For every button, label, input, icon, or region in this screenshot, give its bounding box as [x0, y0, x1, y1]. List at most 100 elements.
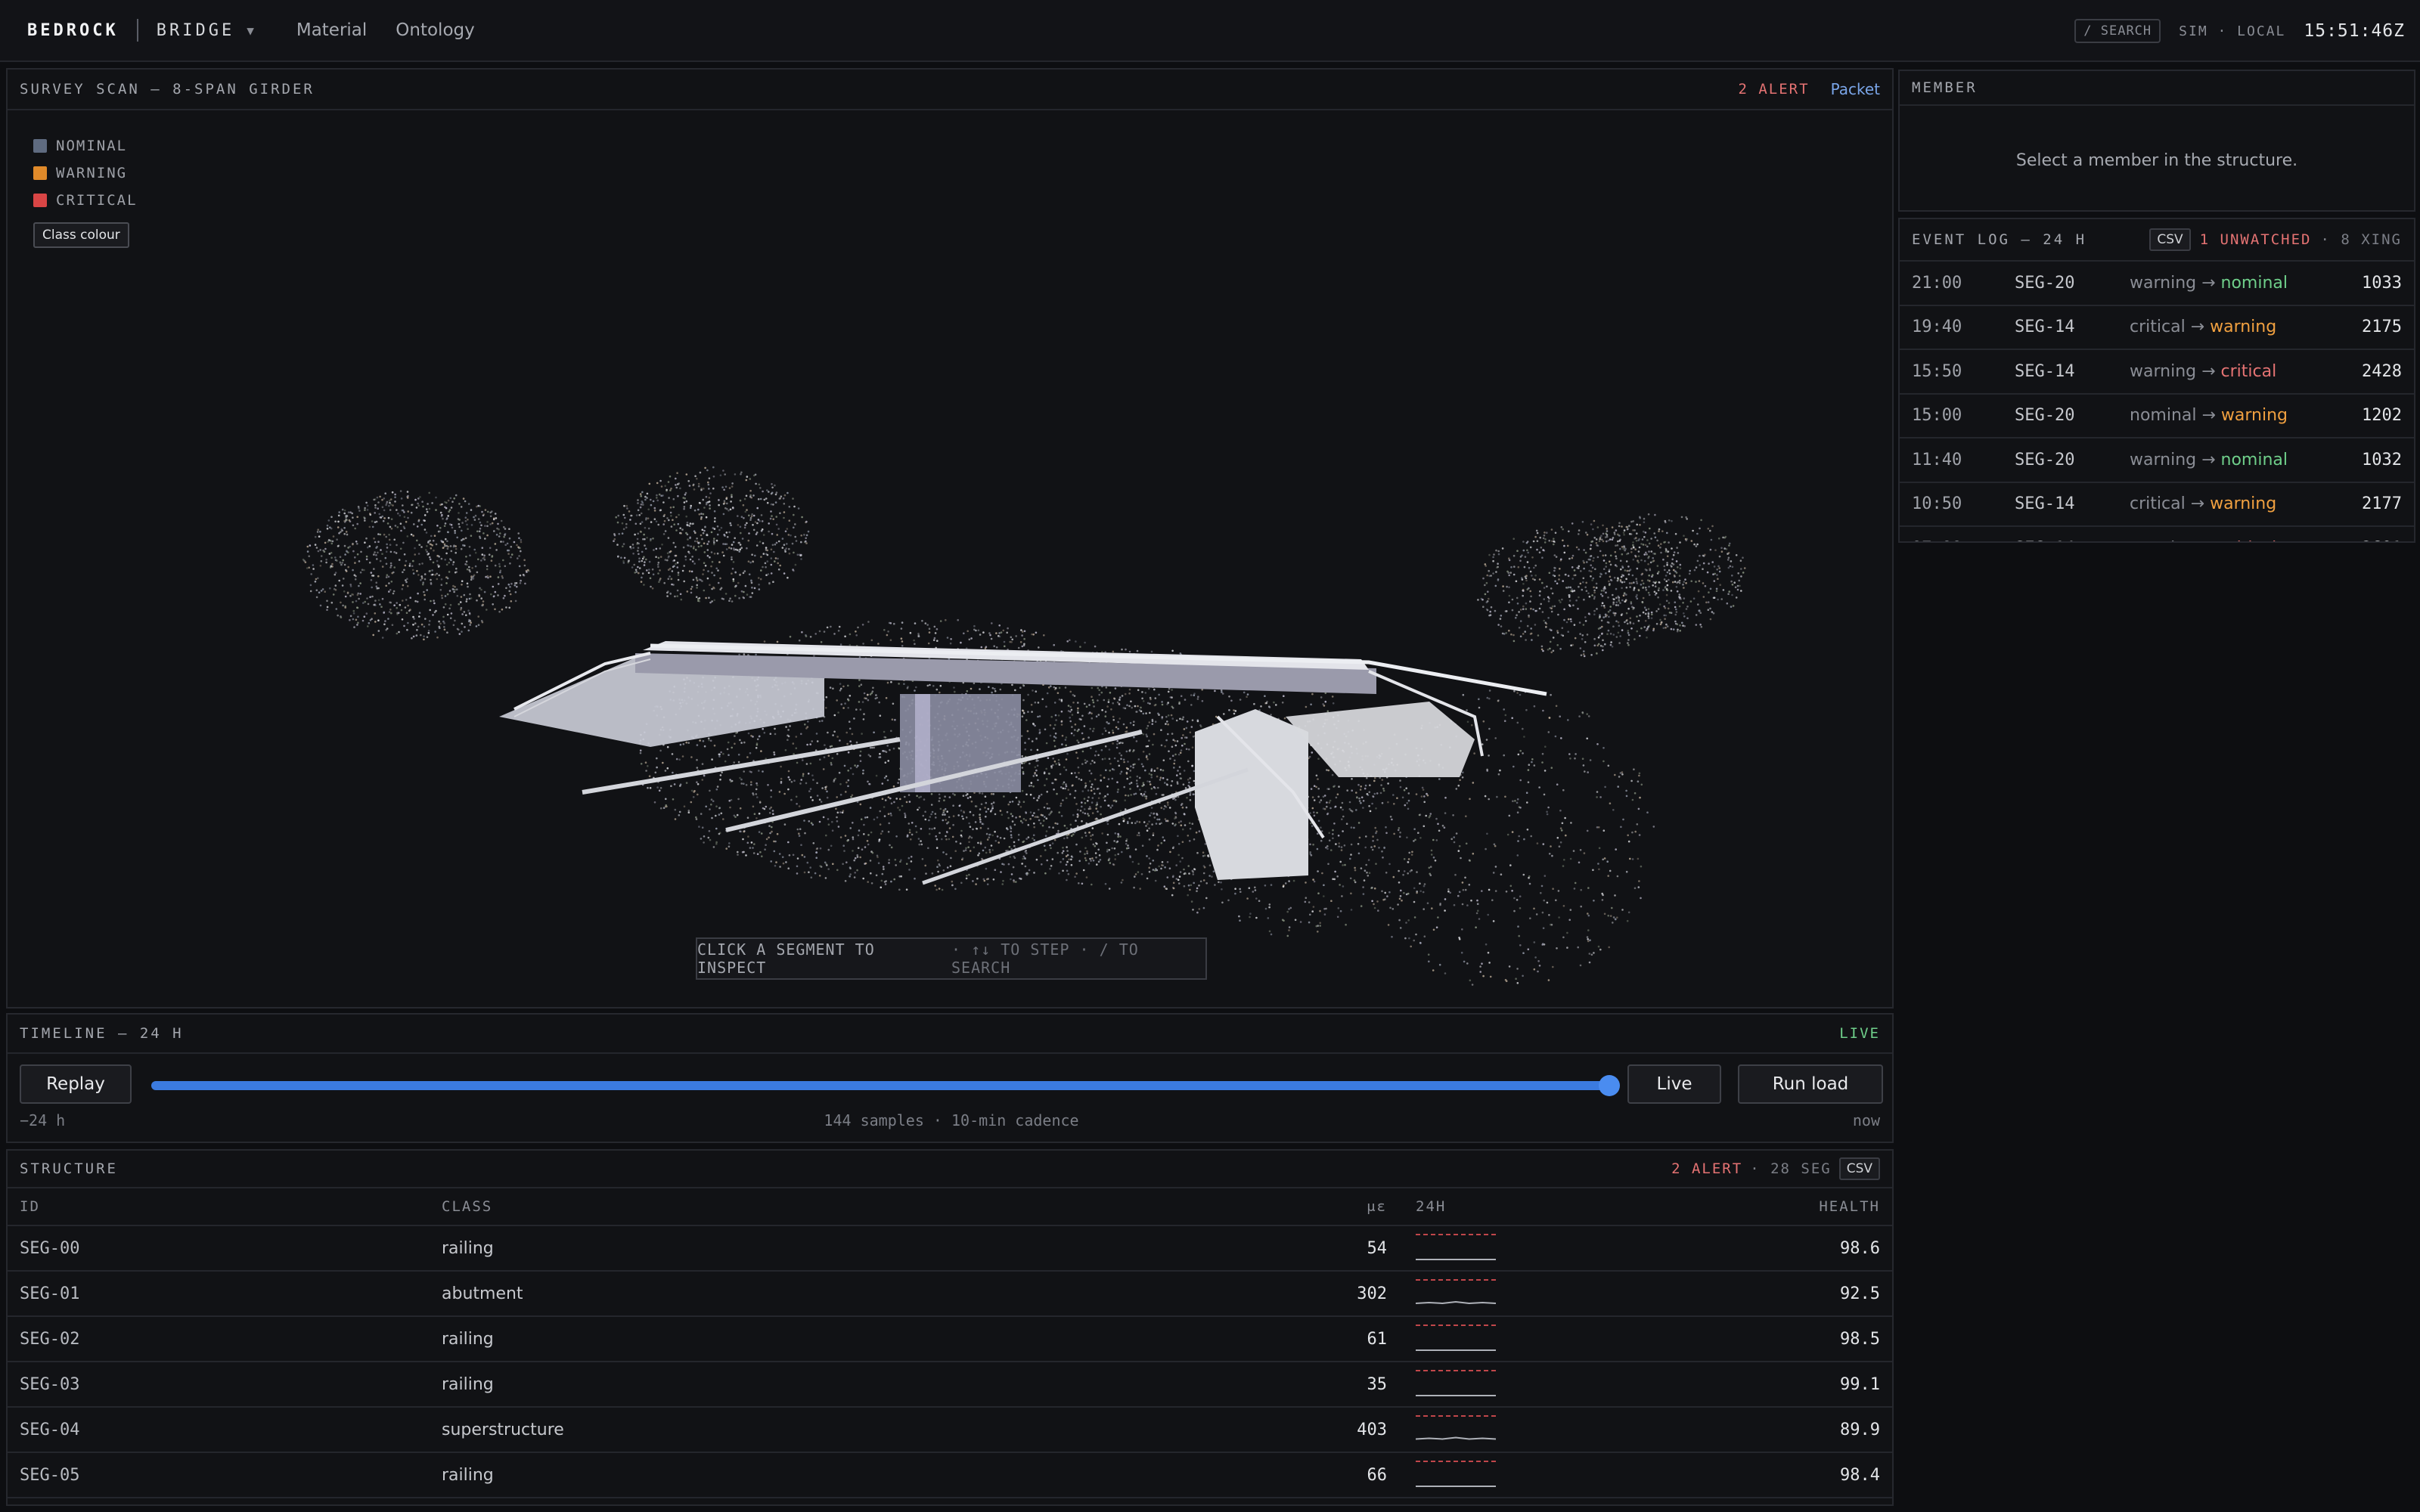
event-log-row[interactable]: 15:50 SEG-14 warning → critical 2428	[1900, 350, 2414, 395]
event-time: 15:50	[1912, 361, 1962, 381]
event-log-csv-button[interactable]: CSV	[2149, 228, 2191, 251]
legend-label-nominal: NOMINAL	[56, 138, 128, 154]
segment-health: 99.1	[1840, 1374, 1880, 1394]
search-button[interactable]: / SEARCH	[2074, 19, 2161, 43]
event-from-state: critical	[2130, 318, 2186, 337]
sparkline-series	[1415, 1300, 1497, 1305]
event-log-row[interactable]: 15:00 SEG-20 nominal → warning 1202	[1900, 395, 2414, 438]
table-row[interactable]: SEG-00 railing 54 98.6	[8, 1226, 1892, 1272]
segment-strain: 66	[1367, 1465, 1388, 1485]
chevron-down-icon: ▼	[247, 23, 254, 38]
segment-class: railing	[442, 1374, 494, 1394]
event-log-list: 21:00 SEG-20 warning → nominal 1033 19:40 SEG…	[1900, 262, 2414, 541]
table-row[interactable]: SEG-05 railing 66 98.4	[8, 1453, 1892, 1498]
sparkline-chart	[1415, 1279, 1497, 1305]
event-log-row[interactable]: 19:40 SEG-14 critical → warning 2175	[1900, 306, 2414, 350]
class-colour-button[interactable]: Class colour	[33, 222, 129, 248]
timeline-slider[interactable]	[151, 1081, 1609, 1090]
clock: 15:51:46Z	[2304, 21, 2405, 41]
packet-link[interactable]: Packet	[1831, 80, 1880, 98]
column-header-strain[interactable]: με	[1326, 1198, 1387, 1215]
nav-ontology[interactable]: Ontology	[396, 20, 474, 40]
column-header-id[interactable]: ID	[20, 1198, 442, 1215]
event-transition: warning → critical	[2130, 362, 2362, 381]
event-log-title: EVENT LOG — 24 H	[1912, 231, 2087, 248]
table-row[interactable]: SEG-01 abutment 302 92.5	[8, 1272, 1892, 1317]
sparkline-chart	[1416, 1461, 1496, 1487]
table-row[interactable]: SEG-02 railing 61 98.5	[8, 1317, 1892, 1362]
event-transition: warning → critical	[2130, 539, 2362, 541]
sparkline-chart	[1416, 1234, 1496, 1260]
arrow-right-icon: →	[2196, 450, 2221, 469]
class-legend: NOMINAL WARNING CRITICAL	[33, 138, 138, 209]
event-from-state: critical	[2130, 494, 2186, 514]
survey-scan-title: SURVEY SCAN — 8-SPAN GIRDER	[20, 81, 315, 98]
segment-sparkline	[1387, 1454, 1817, 1496]
member-title: MEMBER	[1912, 79, 1978, 96]
timeline-title: TIMELINE — 24 H	[20, 1025, 184, 1042]
table-row[interactable]: SEG-04 superstructure 403 89.9	[8, 1408, 1892, 1453]
segment-strain: 302	[1357, 1284, 1387, 1303]
event-log-row[interactable]: 11:40 SEG-20 warning → nominal 1032	[1900, 438, 2414, 483]
alert-count[interactable]: 2 ALERT	[1738, 81, 1809, 98]
event-transition: critical → warning	[2130, 494, 2362, 513]
arrow-right-icon: →	[2185, 494, 2211, 514]
column-header-class[interactable]: CLASS	[442, 1198, 1326, 1215]
unwatched-count[interactable]: 1 UNWATCHED	[2200, 231, 2312, 248]
segment-id: SEG-00	[20, 1238, 80, 1258]
event-segment: SEG-14	[2015, 539, 2130, 541]
event-segment: SEG-20	[2015, 450, 2075, 469]
column-header-24h[interactable]: 24H	[1387, 1198, 1817, 1215]
point-cloud-view[interactable]	[8, 112, 1892, 1007]
pier-right[interactable]	[1195, 709, 1308, 880]
legend-critical: CRITICAL	[33, 192, 138, 209]
timeline-panel: TIMELINE — 24 H LIVE Replay Live Run loa…	[6, 1013, 1894, 1143]
event-log-row[interactable]: 21:00 SEG-20 warning → nominal 1033	[1900, 262, 2414, 306]
event-to-state: warning	[2220, 406, 2288, 426]
event-value: 2177	[2362, 494, 2402, 514]
event-segment: SEG-14	[2015, 318, 2075, 337]
workspace-label: BRIDGE	[156, 20, 235, 40]
table-header: ID CLASS με 24H HEALTH	[8, 1188, 1892, 1226]
survey-scan-actions: 2 ALERT Packet	[1738, 80, 1880, 98]
sparkline-chart	[1416, 1370, 1496, 1396]
segment-sparkline	[1387, 1408, 1817, 1451]
nav-material[interactable]: Material	[296, 20, 367, 40]
event-value: 2428	[2362, 361, 2402, 381]
pier-column[interactable]	[915, 694, 930, 792]
sparkline-chart	[1416, 1325, 1496, 1351]
brand-logo[interactable]: BEDROCK	[27, 21, 119, 40]
workspace-selector[interactable]: BRIDGE ▼	[157, 21, 254, 40]
timeline-sample-info: 144 samples · 10-min cadence	[824, 1111, 1079, 1129]
column-header-health[interactable]: HEALTH	[1817, 1198, 1880, 1215]
replay-button[interactable]: Replay	[20, 1064, 132, 1104]
sparkline-chart	[1415, 1415, 1497, 1440]
structure-title: STRUCTURE	[20, 1160, 118, 1177]
event-transition: nominal → warning	[2130, 406, 2362, 425]
bridge-model[interactable]	[499, 641, 1547, 885]
arrow-right-icon: →	[2185, 318, 2211, 337]
abutment-right[interactable]	[1286, 702, 1475, 777]
segment-health: 89.9	[1840, 1420, 1880, 1439]
live-button[interactable]: Live	[1627, 1064, 1721, 1104]
table-row[interactable]: SEG-03 railing 35 99.1	[8, 1362, 1892, 1408]
point-cloud-points	[302, 466, 1746, 986]
top-right-controls: / SEARCH SIM · LOCAL 15:51:46Z	[2074, 0, 2405, 62]
event-log-row[interactable]: 07:00SEG-14warning → critical2601	[1900, 527, 2414, 541]
segment-class: abutment	[442, 1284, 523, 1303]
event-value: 1202	[2362, 406, 2402, 426]
event-time: 15:00	[1912, 406, 1962, 426]
event-to-state: critical	[2221, 539, 2277, 541]
run-load-button[interactable]: Run load	[1738, 1064, 1883, 1104]
structure-csv-button[interactable]: CSV	[1838, 1157, 1880, 1180]
member-header: MEMBER	[1900, 71, 2414, 106]
timeline-slider-handle[interactable]	[1599, 1075, 1620, 1096]
survey-scan-header: SURVEY SCAN — 8-SPAN GIRDER 2 ALERT Pack…	[8, 70, 1892, 110]
event-log-row[interactable]: 10:50 SEG-14 critical → warning 2177	[1900, 483, 2414, 527]
structure-alert-count[interactable]: 2 ALERT	[1671, 1160, 1742, 1177]
segment-sparkline	[1387, 1318, 1817, 1360]
event-value: 1033	[2362, 273, 2402, 293]
event-value: 1032	[2362, 450, 2402, 469]
legend-swatch-critical	[33, 194, 47, 207]
segment-class: railing	[442, 1329, 494, 1349]
